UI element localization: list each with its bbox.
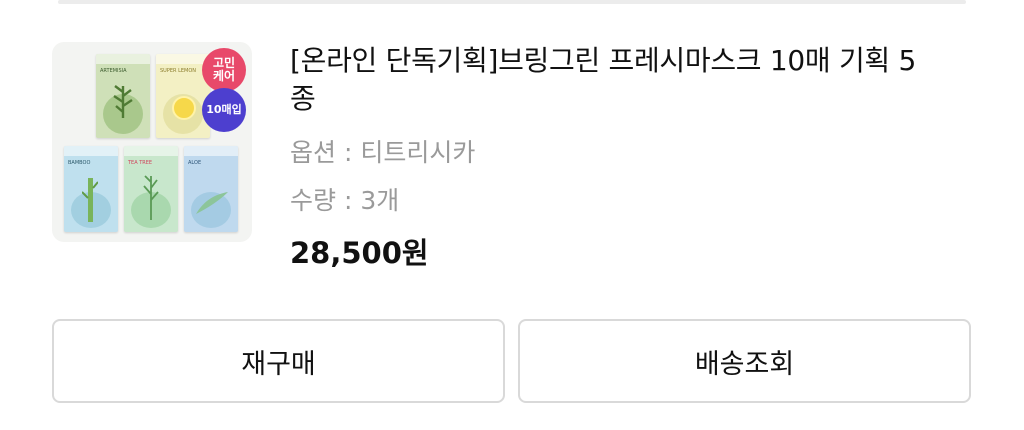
product-thumbnail[interactable]: ARTEMISIA SUPER LEMON BAMBOO TEA TREE AL… — [52, 42, 252, 242]
badge-concern-care: 고민 케어 — [202, 48, 246, 92]
product-price: 28,500원 — [290, 236, 429, 270]
option-line: 옵션 : 티트리시카 — [290, 136, 930, 170]
mask-pack-bamboo: BAMBOO — [64, 146, 118, 232]
option-separator: : — [343, 138, 361, 167]
order-item-card[interactable]: ARTEMISIA SUPER LEMON BAMBOO TEA TREE AL… — [52, 42, 952, 282]
mask-pack-tea-tree: TEA TREE — [124, 146, 178, 232]
quantity-value: 3개 — [360, 186, 400, 215]
product-title[interactable]: [온라인 단독기획]브링그린 프레시마스크 10매 기획 5종 — [290, 42, 930, 118]
mask-pack-aloe: ALOE — [184, 146, 238, 232]
reorder-button[interactable]: 재구매 — [52, 319, 505, 403]
quantity-separator: : — [343, 186, 361, 215]
quantity-label: 수량 — [290, 186, 337, 215]
section-divider — [58, 0, 966, 4]
option-label: 옵션 — [290, 138, 337, 167]
mask-pack-artemisia: ARTEMISIA — [96, 54, 150, 138]
delivery-tracking-button[interactable]: 배송조회 — [518, 319, 971, 403]
badge-10-sheets: 10매입 — [202, 88, 246, 132]
option-value: 티트리시카 — [360, 138, 476, 167]
product-info: [온라인 단독기획]브링그린 프레시마스크 10매 기획 5종 옵션 : 티트리… — [290, 42, 930, 272]
quantity-line: 수량 : 3개 — [290, 184, 930, 218]
